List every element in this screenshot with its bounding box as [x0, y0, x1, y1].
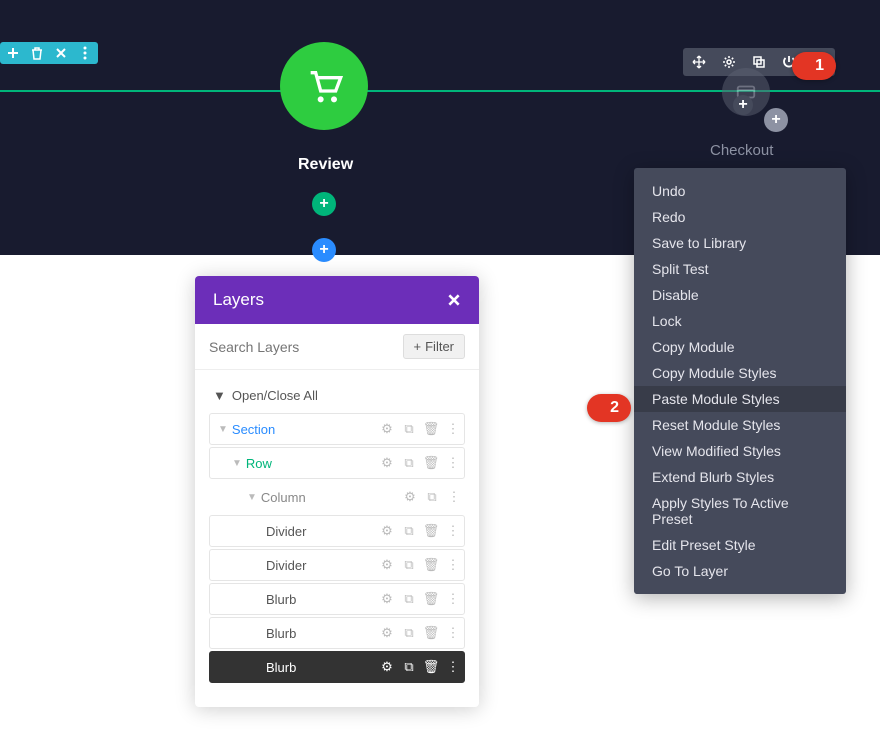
duplicate-icon[interactable]: ⧉: [402, 558, 416, 572]
chevron-down-icon: ▼: [218, 424, 228, 435]
close-icon[interactable]: [54, 46, 68, 60]
gear-icon[interactable]: ⚙: [380, 660, 394, 674]
duplicate-icon[interactable]: ⧉: [402, 660, 416, 674]
context-menu-item[interactable]: Edit Preset Style: [634, 532, 846, 558]
context-menu-item[interactable]: Save to Library: [634, 230, 846, 256]
layer-column[interactable]: ▼ Column ⚙ ⧉ ⋮: [209, 481, 465, 513]
gear-icon[interactable]: ⚙: [380, 626, 394, 640]
trash-icon[interactable]: 🗑: [424, 592, 438, 606]
more-icon[interactable]: ⋮: [446, 626, 460, 640]
trash-icon[interactable]: 🗑: [424, 558, 438, 572]
chevron-down-icon: ▼: [232, 458, 242, 469]
chevron-down-icon: ▼: [247, 492, 257, 503]
open-close-all[interactable]: ▼ Open/Close All: [209, 380, 465, 413]
review-blurb-icon[interactable]: [280, 42, 368, 130]
gear-icon[interactable]: ⚙: [380, 592, 394, 606]
duplicate-icon[interactable]: ⧉: [425, 490, 439, 504]
gear-icon[interactable]: ⚙: [403, 490, 417, 504]
more-icon[interactable]: ⋮: [446, 592, 460, 606]
layers-panel: Layers + Filter ▼ Open/Close All ▼ Secti…: [195, 276, 479, 707]
callout-1: 1: [792, 52, 836, 80]
add-icon[interactable]: [6, 46, 20, 60]
add-row-button[interactable]: +: [312, 238, 336, 262]
more-icon[interactable]: [78, 46, 92, 60]
trash-icon[interactable]: 🗑: [424, 626, 438, 640]
layer-item[interactable]: Divider ⚙ ⧉ 🗑 ⋮: [209, 549, 465, 581]
duplicate-icon[interactable]: ⧉: [402, 626, 416, 640]
item-label: Divider: [266, 524, 380, 539]
more-icon[interactable]: ⋮: [446, 422, 460, 436]
item-label: Blurb: [266, 626, 380, 641]
chevron-down-icon: ▼: [213, 388, 226, 403]
search-input[interactable]: [209, 339, 403, 355]
context-menu: UndoRedoSave to LibrarySplit TestDisable…: [634, 168, 846, 594]
more-icon[interactable]: ⋮: [446, 558, 460, 572]
checkout-label: Checkout: [710, 142, 773, 159]
trash-icon[interactable]: 🗑: [424, 456, 438, 470]
filter-label: Filter: [425, 339, 454, 354]
layer-item[interactable]: Blurb ⚙ ⧉ 🗑 ⋮: [209, 617, 465, 649]
gear-icon[interactable]: ⚙: [380, 524, 394, 538]
item-label: Divider: [266, 558, 380, 573]
cart-icon: [304, 66, 344, 106]
context-menu-item[interactable]: Copy Module Styles: [634, 360, 846, 386]
context-menu-item[interactable]: Paste Module Styles: [634, 386, 846, 412]
context-menu-item[interactable]: Lock: [634, 308, 846, 334]
plus-icon: +: [414, 339, 422, 354]
add-column-button[interactable]: +: [764, 108, 788, 132]
more-icon[interactable]: ⋮: [446, 524, 460, 538]
context-menu-item[interactable]: Undo: [634, 178, 846, 204]
layer-item[interactable]: Blurb ⚙ ⧉ 🗑 ⋮: [209, 651, 465, 683]
add-module-button[interactable]: +: [312, 192, 336, 216]
more-icon[interactable]: ⋮: [446, 456, 460, 470]
layer-item[interactable]: Divider ⚙ ⧉ 🗑 ⋮: [209, 515, 465, 547]
layer-item[interactable]: Blurb ⚙ ⧉ 🗑 ⋮: [209, 583, 465, 615]
more-icon[interactable]: ⋮: [446, 660, 460, 674]
filter-button[interactable]: + Filter: [403, 334, 465, 359]
layer-section[interactable]: ▼ Section ⚙ ⧉ 🗑 ⋮: [209, 413, 465, 445]
duplicate-icon[interactable]: ⧉: [402, 592, 416, 606]
context-menu-item[interactable]: Disable: [634, 282, 846, 308]
context-menu-item[interactable]: Split Test: [634, 256, 846, 282]
add-inner-button[interactable]: +: [733, 95, 753, 115]
gear-icon[interactable]: ⚙: [380, 422, 394, 436]
row-label: Row: [246, 456, 380, 471]
callout-2: 2: [587, 394, 631, 422]
duplicate-icon[interactable]: [751, 54, 767, 70]
column-label: Column: [261, 490, 403, 505]
close-icon[interactable]: [447, 293, 461, 307]
gear-icon[interactable]: ⚙: [380, 456, 394, 470]
item-label: Blurb: [266, 592, 380, 607]
context-menu-item[interactable]: View Modified Styles: [634, 438, 846, 464]
gear-icon[interactable]: [721, 54, 737, 70]
layers-header: Layers: [195, 276, 479, 324]
layers-search-bar: + Filter: [195, 324, 479, 370]
open-all-label: Open/Close All: [232, 388, 318, 403]
duplicate-icon[interactable]: ⧉: [402, 524, 416, 538]
review-label: Review: [298, 156, 353, 174]
context-menu-item[interactable]: Go To Layer: [634, 558, 846, 584]
row-toolbar-left: [0, 42, 98, 64]
context-menu-item[interactable]: Copy Module: [634, 334, 846, 360]
trash-icon[interactable]: 🗑: [424, 422, 438, 436]
context-menu-item[interactable]: Reset Module Styles: [634, 412, 846, 438]
layer-row[interactable]: ▼ Row ⚙ ⧉ 🗑 ⋮: [209, 447, 465, 479]
gear-icon[interactable]: ⚙: [380, 558, 394, 572]
trash-icon[interactable]: 🗑: [424, 524, 438, 538]
context-menu-item[interactable]: Extend Blurb Styles: [634, 464, 846, 490]
duplicate-icon[interactable]: ⧉: [402, 456, 416, 470]
trash-icon[interactable]: [30, 46, 44, 60]
more-icon[interactable]: ⋮: [447, 490, 461, 504]
section-label: Section: [232, 422, 380, 437]
duplicate-icon[interactable]: ⧉: [402, 422, 416, 436]
layers-title: Layers: [213, 290, 264, 310]
move-icon[interactable]: [691, 54, 707, 70]
trash-icon[interactable]: 🗑: [424, 660, 438, 674]
item-label: Blurb: [266, 660, 380, 675]
context-menu-item[interactable]: Apply Styles To Active Preset: [634, 490, 846, 532]
context-menu-item[interactable]: Redo: [634, 204, 846, 230]
